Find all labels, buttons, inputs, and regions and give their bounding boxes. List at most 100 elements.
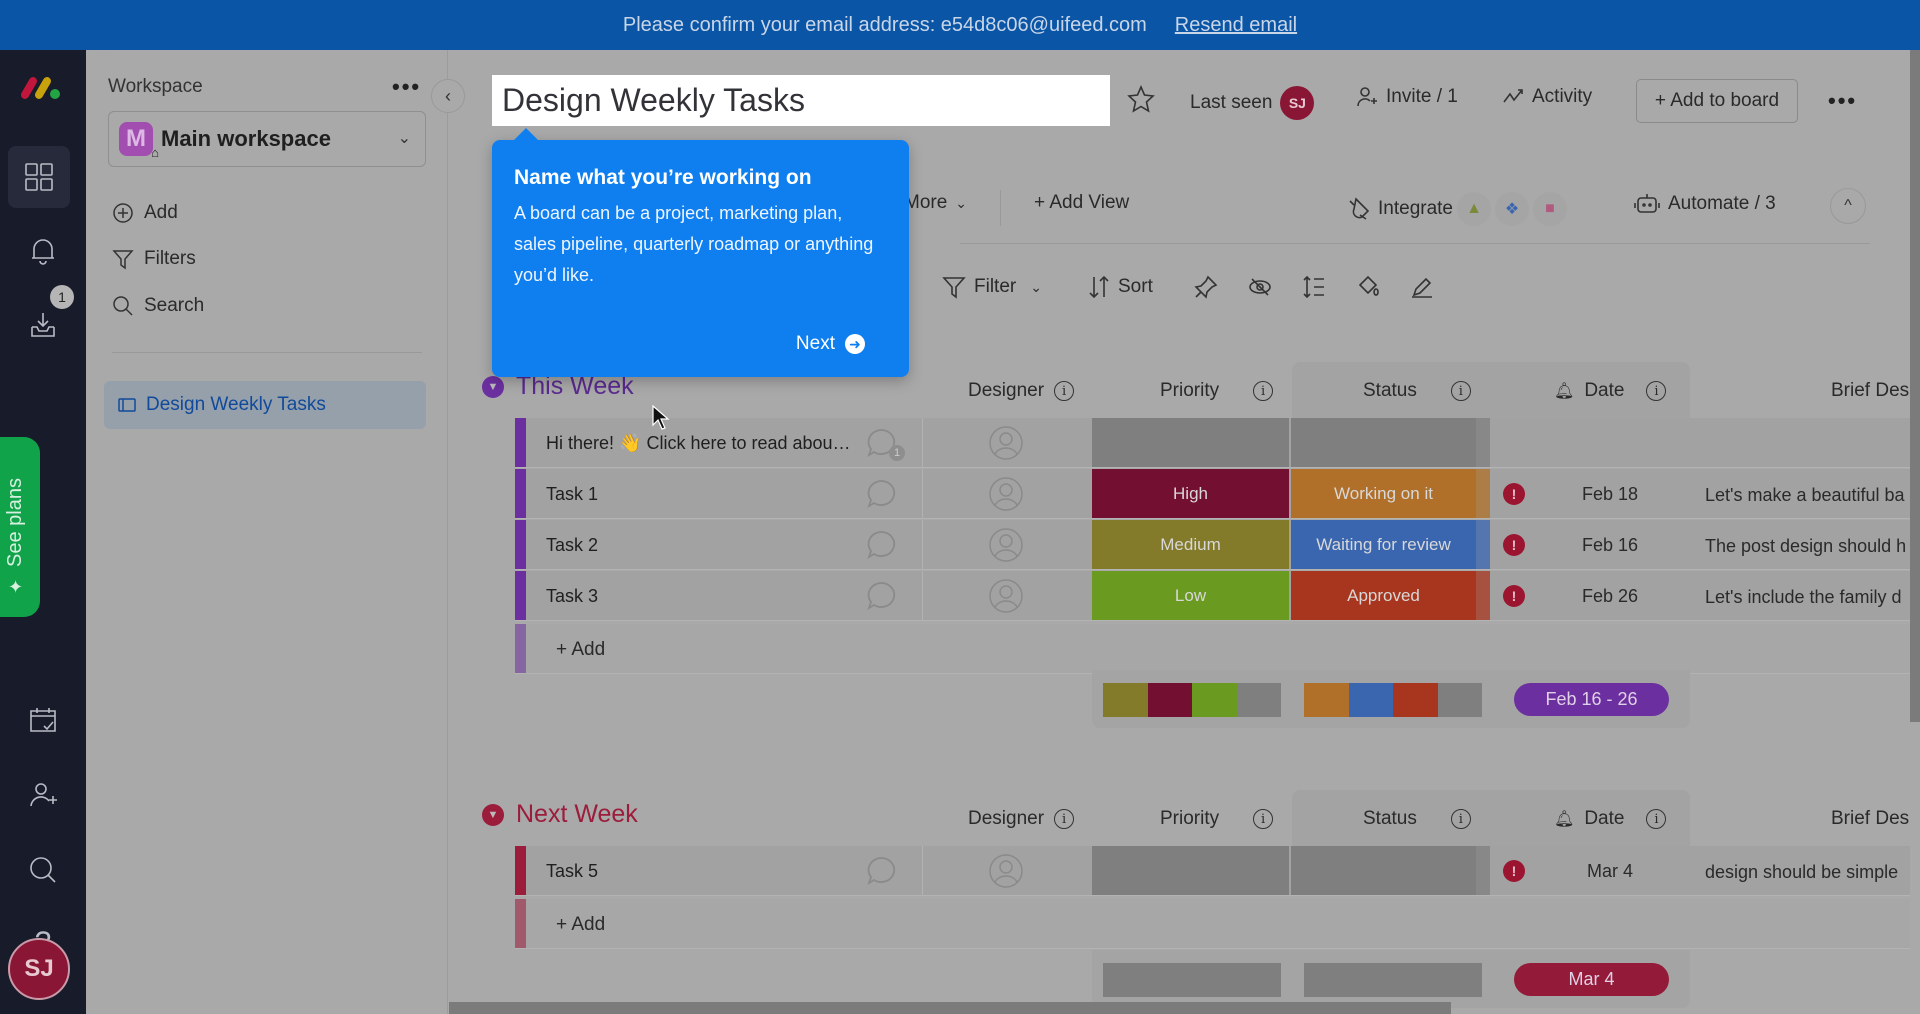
priority-summary-bar[interactable] — [1103, 963, 1281, 997]
table-row[interactable]: Hi there! 👋 Click here to read abou… 1 — [515, 418, 1910, 468]
rail-notifications-button[interactable] — [18, 225, 68, 275]
item-name[interactable]: Task 3 — [546, 586, 598, 607]
status-cell[interactable]: Approved — [1291, 571, 1476, 620]
comment-icon[interactable] — [865, 580, 897, 612]
workspace-filters-button[interactable]: Filters — [112, 248, 196, 270]
info-icon[interactable]: i — [1054, 809, 1075, 829]
priority-cell[interactable]: Medium — [1092, 520, 1289, 569]
hide-columns-button[interactable] — [1248, 275, 1272, 299]
date-range-pill[interactable]: Mar 4 — [1514, 963, 1669, 996]
collapse-panel-button[interactable]: ‹ — [431, 79, 465, 113]
resend-email-link[interactable]: Resend email — [1175, 14, 1297, 37]
status-summary-bar[interactable] — [1304, 683, 1482, 717]
designer-avatar-icon[interactable] — [988, 476, 1024, 512]
brief-description-cell[interactable]: Let's include the family d — [1705, 587, 1910, 608]
collapse-header-button[interactable]: ^ — [1830, 188, 1866, 224]
date-cell[interactable]: Feb 26 — [1565, 586, 1655, 607]
date-cell[interactable]: Feb 18 — [1565, 484, 1655, 505]
workspace-more-button[interactable]: ••• — [392, 74, 421, 100]
sort-button[interactable]: Sort — [1088, 275, 1153, 299]
column-header-designer[interactable]: Designer i — [968, 380, 1075, 402]
comment-icon[interactable] — [865, 478, 897, 510]
status-cell[interactable]: Waiting for review — [1291, 520, 1476, 569]
monday-logo[interactable] — [18, 62, 68, 112]
edit-button[interactable] — [1410, 275, 1434, 299]
comment-icon[interactable] — [865, 855, 897, 887]
horizontal-scrollbar[interactable] — [449, 1002, 1451, 1014]
priority-summary-bar[interactable] — [1103, 683, 1281, 717]
table-row[interactable]: Task 2 Medium Waiting for review ! Feb 1… — [515, 520, 1910, 570]
rail-search-button[interactable] — [18, 845, 68, 895]
item-name[interactable]: Task 2 — [546, 535, 598, 556]
more-views-button[interactable]: More ⌄ — [904, 192, 967, 214]
status-cell[interactable] — [1291, 846, 1476, 895]
info-icon[interactable]: i — [1054, 381, 1075, 401]
integrate-button[interactable]: Integrate ▲ ❖ ■ — [1346, 192, 1567, 226]
designer-avatar-icon[interactable] — [988, 425, 1024, 461]
see-plans-button[interactable]: See plans ✦ — [0, 437, 40, 617]
info-icon[interactable]: i — [1253, 381, 1274, 401]
date-cell[interactable]: Mar 4 — [1565, 861, 1655, 882]
designer-avatar-icon[interactable] — [988, 853, 1024, 889]
vertical-scrollbar[interactable] — [1910, 50, 1920, 722]
brief-description-cell[interactable]: design should be simple — [1705, 862, 1910, 883]
info-icon[interactable]: i — [1450, 381, 1471, 401]
last-seen-button[interactable]: Last seen SJ — [1190, 86, 1315, 120]
info-icon[interactable]: i — [1646, 809, 1667, 829]
add-item-row[interactable]: + Add — [515, 899, 1910, 949]
add-to-board-button[interactable]: + Add to board — [1636, 79, 1798, 123]
status-summary-bar[interactable] — [1304, 963, 1482, 997]
rail-workspaces-button[interactable] — [8, 146, 70, 208]
info-icon[interactable]: i — [1253, 809, 1274, 829]
column-header-date[interactable]: 🔔︎ Date i — [1554, 380, 1667, 402]
user-avatar[interactable]: SJ — [8, 938, 70, 1000]
column-header-priority[interactable]: Priority i — [1160, 808, 1274, 830]
activity-button[interactable]: Activity — [1502, 86, 1592, 108]
column-header-designer[interactable]: Designer i — [968, 808, 1075, 830]
priority-cell[interactable] — [1092, 418, 1289, 467]
column-header-status[interactable]: Status i — [1363, 808, 1471, 830]
info-icon[interactable]: i — [1646, 381, 1667, 401]
column-header-brief[interactable]: Brief Des — [1831, 808, 1909, 830]
item-name[interactable]: Task 5 — [546, 861, 598, 882]
color-button[interactable] — [1356, 275, 1380, 299]
priority-cell[interactable]: High — [1092, 469, 1289, 518]
rail-my-work-button[interactable] — [18, 695, 68, 745]
status-cell[interactable]: Working on it — [1291, 469, 1476, 518]
column-header-brief[interactable]: Brief Des — [1831, 380, 1909, 402]
date-range-pill[interactable]: Feb 16 - 26 — [1514, 683, 1669, 716]
designer-avatar-icon[interactable] — [988, 578, 1024, 614]
invite-button[interactable]: Invite / 1 — [1356, 86, 1458, 108]
favorite-button[interactable] — [1126, 84, 1156, 114]
group-header-next-week[interactable]: ▼ Next Week — [482, 800, 638, 829]
comment-icon[interactable] — [865, 529, 897, 561]
row-height-button[interactable] — [1302, 275, 1326, 299]
board-more-button[interactable]: ••• — [1828, 88, 1857, 114]
info-icon[interactable]: i — [1450, 809, 1471, 829]
board-title-input[interactable] — [492, 75, 1110, 126]
add-view-button[interactable]: + Add View — [1034, 192, 1129, 214]
designer-avatar-icon[interactable] — [988, 527, 1024, 563]
automate-button[interactable]: Automate / 3 — [1634, 192, 1776, 216]
column-header-priority[interactable]: Priority i — [1160, 380, 1274, 402]
priority-cell[interactable]: Low — [1092, 571, 1289, 620]
pin-button[interactable] — [1194, 275, 1218, 299]
table-row[interactable]: Task 1 High Working on it ! Feb 18 Let's… — [515, 469, 1910, 519]
table-row[interactable]: Task 3 Low Approved ! Feb 26 Let's inclu… — [515, 571, 1910, 621]
board-item-design-weekly-tasks[interactable]: Design Weekly Tasks — [104, 381, 426, 429]
item-name[interactable]: Task 1 — [546, 484, 598, 505]
tooltip-next-button[interactable]: Next ➜ — [796, 333, 865, 355]
brief-description-cell[interactable]: The post design should h — [1705, 536, 1910, 557]
group-toggle-icon[interactable]: ▼ — [482, 375, 504, 398]
filter-button[interactable]: Filter ⌄ — [942, 275, 1042, 299]
table-row[interactable]: Task 5 ! Mar 4 design should be simple — [515, 846, 1910, 896]
brief-description-cell[interactable]: Let's make a beautiful ba — [1705, 485, 1910, 506]
date-cell[interactable]: Feb 16 — [1565, 535, 1655, 556]
item-name[interactable]: Hi there! 👋 Click here to read abou… — [546, 433, 851, 454]
group-toggle-icon[interactable]: ▼ — [482, 803, 504, 826]
column-header-date[interactable]: 🔔︎ Date i — [1554, 808, 1667, 830]
priority-cell[interactable] — [1092, 846, 1289, 895]
add-item-row[interactable]: + Add — [515, 624, 1910, 674]
workspace-search-button[interactable]: Search — [112, 295, 204, 317]
rail-invite-button[interactable] — [18, 770, 68, 820]
